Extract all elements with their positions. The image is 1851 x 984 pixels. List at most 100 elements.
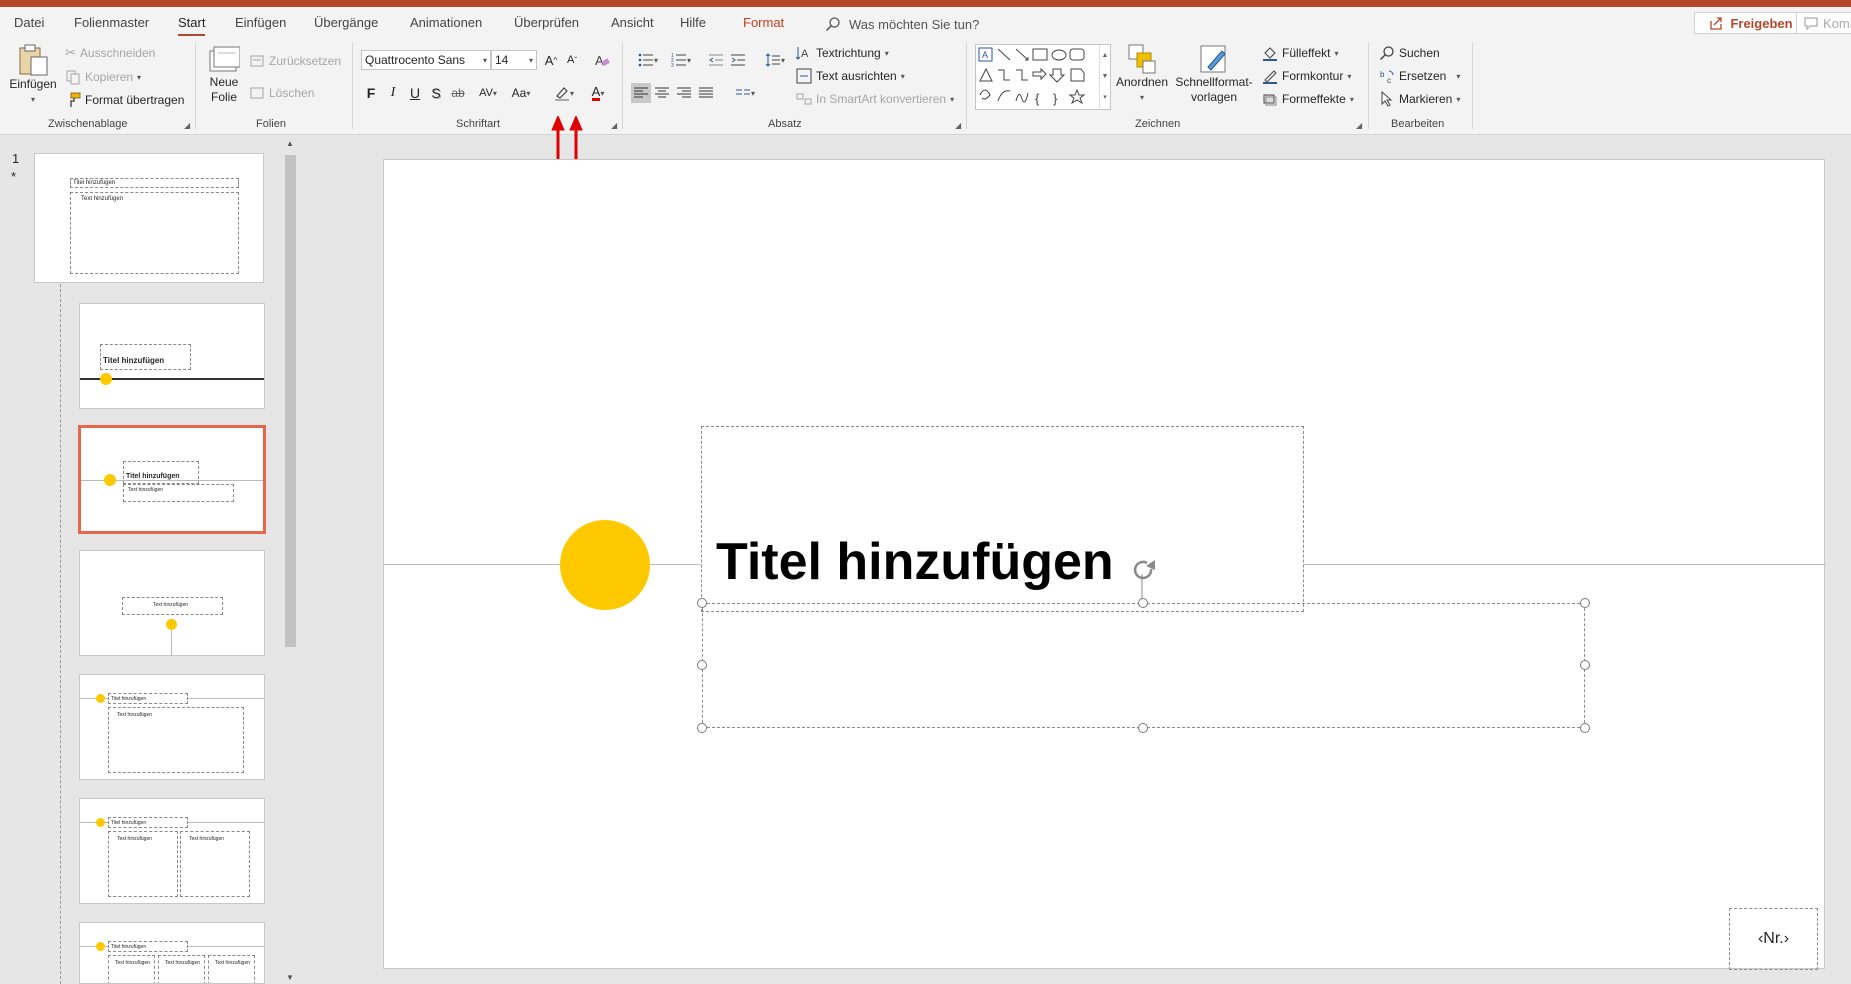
font-color-button[interactable]: A ▾	[583, 83, 613, 103]
font-group-label: Schriftart	[456, 118, 501, 130]
text-direction-button[interactable]: A Textrichtung ▾	[796, 45, 889, 61]
columns-button[interactable]: ▾	[730, 83, 760, 103]
shape-fill-button[interactable]: Fülleffekt ▾	[1262, 45, 1338, 61]
decrease-indent-button[interactable]	[707, 50, 725, 70]
scroll-up-icon[interactable]: ▲	[286, 139, 294, 148]
body-placeholder-selected[interactable]	[702, 603, 1585, 728]
numbering-button[interactable]: 123 ▾	[666, 50, 696, 70]
comment-icon	[1804, 17, 1818, 31]
resize-handle-bottom[interactable]	[1138, 723, 1148, 733]
increase-indent-button[interactable]	[729, 50, 747, 70]
layout-body-placeholder-right: Text hinzufügen	[180, 831, 250, 897]
replace-button[interactable]: bc Ersetzen ▾	[1379, 68, 1460, 84]
tab-start[interactable]: Start	[178, 15, 206, 36]
font-name-combo[interactable]: Quattrocento Sans ▾	[361, 50, 491, 70]
new-slide-icon	[209, 46, 240, 72]
thumbnail-scrollbar-thumb[interactable]	[285, 155, 296, 647]
shape-outline-button[interactable]: Formkontur ▾	[1262, 68, 1351, 84]
svg-text:b: b	[1380, 70, 1385, 79]
highlight-color-button[interactable]: ▾	[549, 83, 579, 103]
change-case-button[interactable]: Aa ▾	[506, 83, 536, 103]
layout-thumbnail-three-content[interactable]: Titel hinzufügen Text hinzufügen Text hi…	[79, 922, 265, 984]
slide-number-placeholder[interactable]: ‹Nr.›	[1729, 908, 1818, 970]
smartart-icon	[796, 93, 812, 105]
drawing-launcher-icon[interactable]: ◢	[1356, 121, 1362, 130]
scroll-down-icon[interactable]: ▼	[286, 973, 294, 982]
tab-einfuegen[interactable]: Einfügen	[235, 15, 286, 30]
tab-folienmaster[interactable]: Folienmaster	[74, 15, 149, 30]
resize-handle-top-right[interactable]	[1580, 598, 1590, 608]
tab-hilfe[interactable]: Hilfe	[680, 15, 706, 30]
text-direction-label: Textrichtung	[816, 46, 881, 60]
shapes-gallery[interactable]: A { } ▲ ▼ ▾	[975, 44, 1111, 110]
align-text-button[interactable]: Text ausrichten ▾	[796, 68, 905, 84]
layout-thumbnail-section[interactable]: Text hinzufügen	[79, 550, 265, 656]
find-button[interactable]: Suchen	[1379, 45, 1440, 61]
resize-handle-bottom-right[interactable]	[1580, 723, 1590, 733]
shape-effects-button[interactable]: Formeffekte ▾	[1262, 91, 1354, 107]
resize-handle-left[interactable]	[697, 660, 707, 670]
cut-button[interactable]: ✂ Ausschneiden	[65, 45, 155, 61]
arrange-dropdown-icon: ▾	[1139, 93, 1144, 102]
slide-yellow-circle[interactable]	[560, 520, 650, 610]
arrange-button[interactable]: Anordnen ▾	[1114, 43, 1170, 105]
comments-button[interactable]: Komm	[1796, 12, 1851, 34]
delete-slide-button[interactable]: Löschen	[249, 85, 314, 101]
tell-me-search[interactable]: Was möchten Sie tun?	[825, 14, 979, 34]
layout-thumbnail-content[interactable]: Titel hinzufügen Text hinzufügen	[79, 674, 265, 780]
tab-ueberpruefen[interactable]: Überprüfen	[514, 15, 579, 30]
select-button[interactable]: Markieren ▾	[1379, 91, 1460, 107]
layout-title-placeholder: Titel hinzufügen	[108, 817, 188, 828]
resize-handle-right[interactable]	[1580, 660, 1590, 670]
layout-thumbnail-two-content[interactable]: Titel hinzufügen Text hinzufügen Text hi…	[79, 798, 265, 904]
clear-formatting-button[interactable]: A	[592, 50, 612, 70]
layout-body-placeholder: Text hinzufügen	[122, 597, 223, 615]
shadow-button[interactable]: S	[427, 83, 445, 103]
shrink-font-button[interactable]: Aˇ	[563, 50, 581, 70]
quick-styles-button[interactable]: Schnellformat- vorlagen	[1173, 43, 1255, 105]
format-painter-button[interactable]: Format übertragen	[65, 92, 184, 108]
share-button[interactable]: Freigeben	[1694, 12, 1807, 34]
share-label: Freigeben	[1730, 15, 1793, 31]
slide-canvas[interactable]: Titel hinzufügen ‹Nr.›	[383, 159, 1826, 970]
new-slide-button[interactable]: Neue Folie	[206, 43, 242, 105]
tab-format[interactable]: Format	[743, 15, 784, 30]
tab-uebergaenge[interactable]: Übergänge	[314, 15, 378, 30]
italic-button[interactable]: I	[384, 83, 402, 103]
title-placeholder[interactable]: Titel hinzufügen	[701, 426, 1304, 612]
font-launcher-icon[interactable]: ◢	[611, 121, 617, 130]
smartart-convert-button[interactable]: In SmartArt konvertieren ▾	[796, 91, 954, 107]
align-right-button[interactable]	[675, 83, 693, 103]
align-center-button[interactable]	[653, 83, 671, 103]
replace-dropdown-icon: ▾	[1456, 71, 1461, 81]
font-size-value: 14	[495, 53, 509, 67]
line-spacing-button[interactable]: ▾	[760, 50, 790, 70]
resize-handle-top[interactable]	[1138, 598, 1148, 608]
tab-datei[interactable]: Datei	[14, 15, 44, 30]
bold-button[interactable]: F	[362, 83, 380, 103]
tab-ansicht[interactable]: Ansicht	[611, 15, 654, 30]
justify-button[interactable]	[697, 83, 715, 103]
layout-thumbnail-selected[interactable]: Titel hinzufügen Text hinzufügen	[78, 425, 266, 534]
master-thumbnail[interactable]: Titel hinzufügen Text hinzufügen	[34, 153, 264, 283]
reset-button[interactable]: Zurücksetzen	[249, 53, 341, 69]
shapes-gallery-scroll-icon[interactable]: ▲ ▼ ▾	[1099, 45, 1110, 109]
svg-text:}: }	[1053, 91, 1058, 106]
font-name-value: Quattrocento Sans	[365, 53, 466, 67]
svg-text:{: {	[1035, 91, 1040, 106]
grow-font-button[interactable]: A ^	[542, 50, 560, 70]
copy-button[interactable]: Kopieren ▾	[65, 69, 141, 85]
character-spacing-button[interactable]: AV ▾	[473, 83, 503, 103]
resize-handle-bottom-left[interactable]	[697, 723, 707, 733]
bullets-button[interactable]: ▾	[633, 50, 663, 70]
underline-button[interactable]: U	[406, 83, 424, 103]
strikethrough-button[interactable]: ab	[449, 83, 467, 103]
paste-button[interactable]: Einfügen ▾	[8, 43, 58, 107]
font-size-combo[interactable]: 14 ▾	[491, 50, 537, 70]
clipboard-launcher-icon[interactable]: ◢	[184, 121, 190, 130]
paragraph-launcher-icon[interactable]: ◢	[955, 121, 961, 130]
tab-animationen[interactable]: Animationen	[410, 15, 482, 30]
align-left-button[interactable]	[631, 83, 651, 103]
layout-thumbnail-title[interactable]: Titel hinzufügen	[79, 303, 265, 409]
resize-handle-top-left[interactable]	[697, 598, 707, 608]
